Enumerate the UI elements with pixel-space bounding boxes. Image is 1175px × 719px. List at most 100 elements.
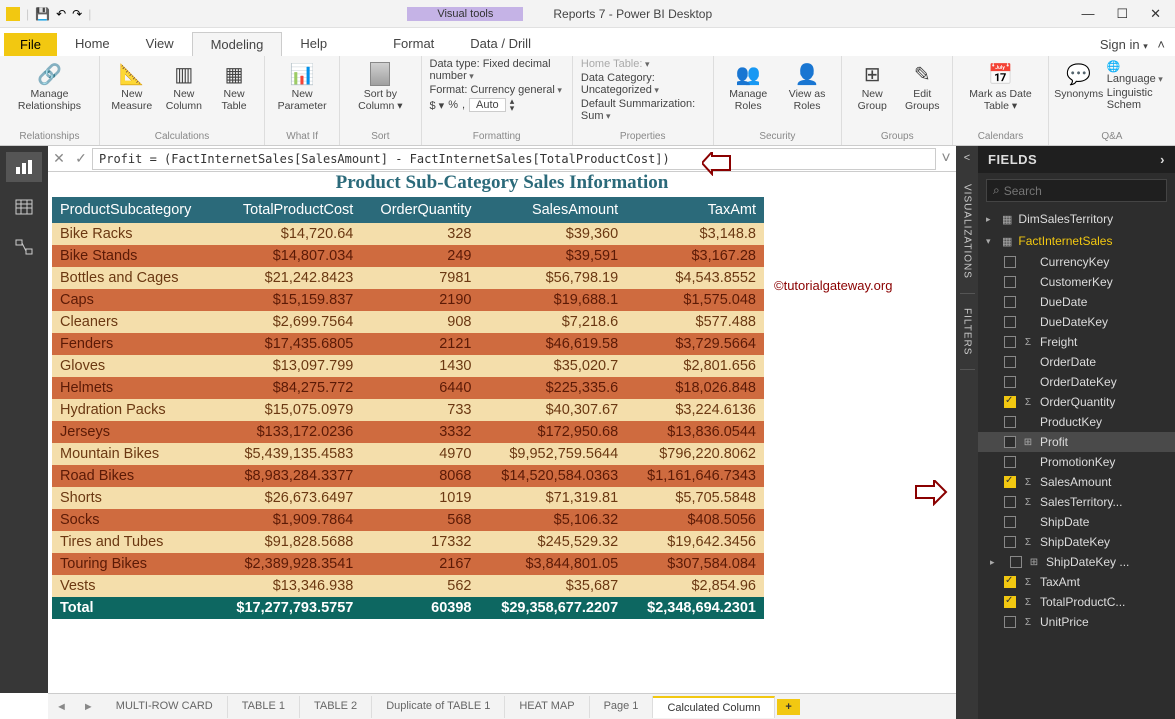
field-checkbox[interactable] [1004, 376, 1016, 388]
table-row[interactable]: Bottles and Cages$21,242.84237981$56,798… [52, 267, 764, 289]
cancel-formula-icon[interactable]: ✕ [48, 150, 70, 167]
menu-tab-modeling[interactable]: Modeling [192, 32, 283, 56]
save-icon[interactable]: 💾 [35, 7, 50, 21]
sheet-tab[interactable]: HEAT MAP [505, 696, 589, 718]
sheet-tab[interactable]: TABLE 2 [300, 696, 372, 718]
table-row[interactable]: Road Bikes$8,983,284.33778068$14,520,584… [52, 465, 764, 487]
decimal-places-input[interactable]: Auto [469, 98, 506, 112]
field-node[interactable]: CustomerKey [978, 272, 1175, 292]
table-row[interactable]: Caps$15,159.8372190$19,688.1$1,575.048 [52, 289, 764, 311]
format-dropdown[interactable]: Format: Currency general [430, 84, 564, 96]
model-view-button[interactable] [6, 232, 42, 262]
table-header[interactable]: SalesAmount [480, 197, 627, 223]
field-checkbox[interactable] [1004, 316, 1016, 328]
field-node[interactable]: OrderDate [978, 352, 1175, 372]
table-node[interactable]: ▾▦FactInternetSales [978, 230, 1175, 252]
field-checkbox[interactable] [1004, 516, 1016, 528]
field-checkbox[interactable] [1004, 336, 1016, 348]
field-node[interactable]: DueDate [978, 292, 1175, 312]
table-row[interactable]: Shorts$26,673.64971019$71,319.81$5,705.5… [52, 487, 764, 509]
field-node[interactable]: ΣSalesAmount [978, 472, 1175, 492]
field-node[interactable]: OrderDateKey [978, 372, 1175, 392]
new-table-button[interactable]: ▦New Table [212, 60, 256, 112]
table-row[interactable]: Tires and Tubes$91,828.568817332$245,529… [52, 531, 764, 553]
table-row[interactable]: Fenders$17,435.68052121$46,619.58$3,729.… [52, 333, 764, 355]
sheet-tab[interactable]: MULTI-ROW CARD [102, 696, 228, 718]
comma-button[interactable]: , [462, 99, 465, 111]
table-row[interactable]: Touring Bikes$2,389,928.35412167$3,844,8… [52, 553, 764, 575]
field-checkbox[interactable] [1004, 496, 1016, 508]
field-checkbox[interactable] [1004, 456, 1016, 468]
table-row[interactable]: Socks$1,909.7864568$5,106.32$408.5056 [52, 509, 764, 531]
menu-tab-view[interactable]: View [128, 32, 192, 56]
table-row[interactable]: Jerseys$133,172.02363332$172,950.68$13,8… [52, 421, 764, 443]
undo-icon[interactable]: ↶ [56, 7, 66, 21]
menu-tab-home[interactable]: Home [57, 32, 128, 56]
field-checkbox[interactable] [1004, 596, 1016, 608]
menu-tab-help[interactable]: Help [282, 32, 345, 56]
stepper-icon[interactable]: ▴▾ [510, 98, 515, 112]
field-node[interactable]: ΣUnitPrice [978, 612, 1175, 632]
sheet-tab[interactable]: Calculated Column [653, 696, 775, 718]
add-sheet-button[interactable]: + [777, 699, 799, 715]
collapse-fields-icon[interactable]: › [1160, 152, 1165, 167]
close-icon[interactable]: ✕ [1150, 6, 1161, 22]
expand-visualizations-icon[interactable]: < [964, 146, 970, 170]
field-checkbox[interactable] [1004, 576, 1016, 588]
linguistic-schema-button[interactable]: Linguistic Schem [1107, 87, 1167, 111]
table-header[interactable]: OrderQuantity [361, 197, 479, 223]
prev-sheet-icon[interactable]: ◄ [48, 701, 75, 713]
table-row[interactable]: Bike Stands$14,807.034249$39,591$3,167.2… [52, 245, 764, 267]
field-node[interactable]: CurrencyKey [978, 252, 1175, 272]
field-node[interactable]: ΣOrderQuantity [978, 392, 1175, 412]
field-node[interactable]: PromotionKey [978, 452, 1175, 472]
data-view-button[interactable] [6, 192, 42, 222]
redo-icon[interactable]: ↷ [72, 7, 82, 21]
manage-relationships-button[interactable]: 🔗Manage Relationships [8, 60, 91, 112]
language-dropdown[interactable]: 🌐 Language [1107, 60, 1167, 85]
new-parameter-button[interactable]: 📊New Parameter [273, 60, 331, 112]
data-category-dropdown[interactable]: Data Category: Uncategorized [581, 72, 705, 96]
table-row[interactable]: Cleaners$2,699.7564908$7,218.6$577.488 [52, 311, 764, 333]
table-row[interactable]: Vests$13,346.938562$35,687$2,854.96 [52, 575, 764, 597]
data-type-dropdown[interactable]: Data type: Fixed decimal number [430, 58, 564, 82]
table-row[interactable]: Bike Racks$14,720.64328$39,360$3,148.8 [52, 223, 764, 245]
formula-expand-icon[interactable]: ˅ [936, 150, 956, 168]
field-checkbox[interactable] [1004, 356, 1016, 368]
sort-by-column-button[interactable]: Sort by Column ▾ [348, 60, 412, 112]
field-node[interactable]: ΣTotalProductC... [978, 592, 1175, 612]
field-node[interactable]: ΣShipDateKey [978, 532, 1175, 552]
field-checkbox[interactable] [1004, 436, 1016, 448]
report-view-button[interactable] [6, 152, 42, 182]
table-row[interactable]: Gloves$13,097.7991430$35,020.7$2,801.656 [52, 355, 764, 377]
new-column-button[interactable]: ▥New Column [162, 60, 206, 112]
field-checkbox[interactable] [1004, 416, 1016, 428]
menu-tab-format[interactable]: Format [375, 32, 452, 56]
sheet-tab[interactable]: Duplicate of TABLE 1 [372, 696, 505, 718]
table-header[interactable]: ProductSubcategory [52, 197, 215, 223]
fields-search[interactable]: ⌕ [986, 179, 1167, 202]
commit-formula-icon[interactable]: ✓ [70, 150, 92, 167]
field-checkbox[interactable] [1004, 296, 1016, 308]
field-node[interactable]: ⊞Profit [978, 432, 1175, 452]
field-checkbox[interactable] [1010, 556, 1022, 568]
table-row[interactable]: Mountain Bikes$5,439,135.45834970$9,952,… [52, 443, 764, 465]
data-table[interactable]: ProductSubcategoryTotalProductCostOrderQ… [52, 197, 764, 619]
formula-input[interactable] [92, 148, 936, 170]
table-row[interactable]: Helmets$84,275.7726440$225,335.6$18,026.… [52, 377, 764, 399]
field-node[interactable]: ProductKey [978, 412, 1175, 432]
home-table-dropdown[interactable]: Home Table: [581, 58, 705, 70]
expand-ribbon-icon[interactable]: ˄ [1157, 37, 1165, 52]
default-summarization-dropdown[interactable]: Default Summarization: Sum [581, 98, 705, 122]
maximize-icon[interactable]: ☐ [1116, 6, 1128, 22]
sheet-tab[interactable]: Page 1 [590, 696, 654, 718]
fields-search-input[interactable] [1004, 184, 1160, 198]
table-node[interactable]: ▸▦DimSalesTerritory [978, 208, 1175, 230]
field-checkbox[interactable] [1004, 536, 1016, 548]
new-group-button[interactable]: ⊞New Group [850, 60, 894, 112]
table-header[interactable]: TaxAmt [626, 197, 764, 223]
minimize-icon[interactable]: — [1081, 6, 1094, 22]
view-as-roles-button[interactable]: 👤View as Roles [781, 60, 833, 112]
field-node[interactable]: DueDateKey [978, 312, 1175, 332]
field-checkbox[interactable] [1004, 476, 1016, 488]
